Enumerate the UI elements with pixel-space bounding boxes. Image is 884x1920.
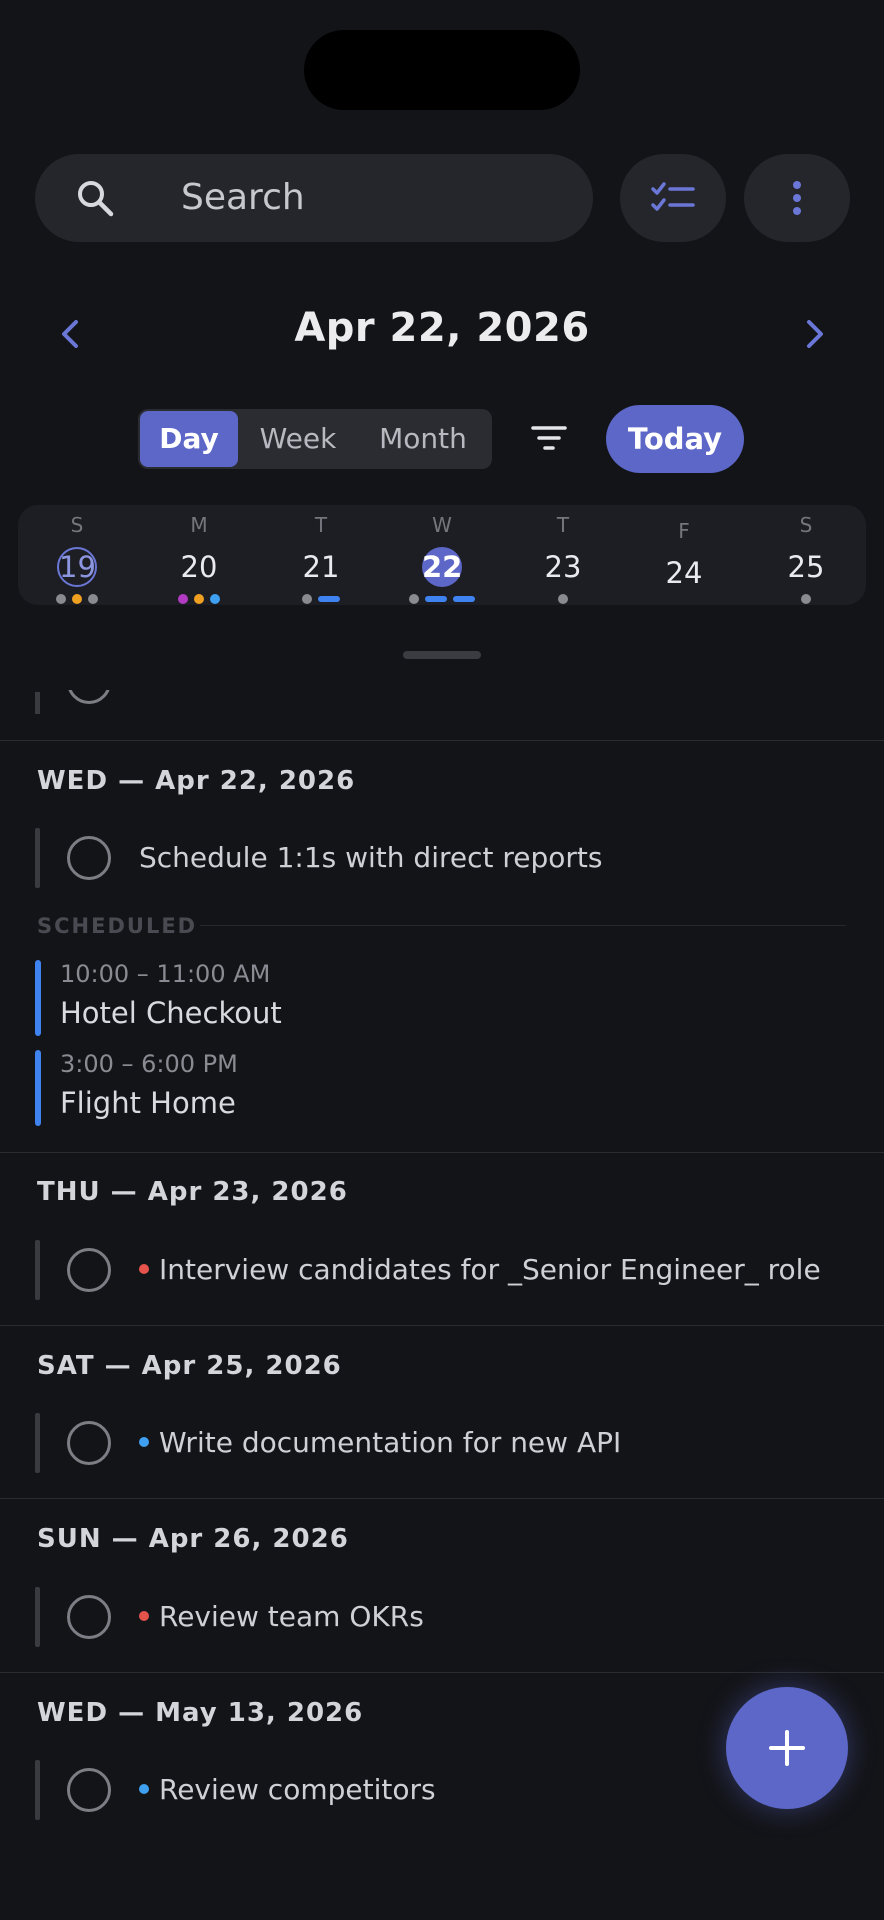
day-sunday-19[interactable]: S 19 xyxy=(22,505,132,605)
day-thursday-23[interactable]: T 23 xyxy=(508,505,618,605)
task-label: Write documentation for new API xyxy=(159,1426,622,1459)
filter-icon[interactable] xyxy=(530,424,568,454)
task-label-wrap: Write documentation for new API xyxy=(139,1413,621,1473)
day-letter: T xyxy=(556,513,570,537)
task-checkbox-partial[interactable] xyxy=(67,690,111,704)
task-bar xyxy=(35,828,40,888)
priority-dot xyxy=(139,1784,149,1794)
event-title: Flight Home xyxy=(60,1086,236,1120)
task-label: Schedule 1:1s with direct reports xyxy=(139,841,603,874)
day-number: 23 xyxy=(544,550,582,584)
section-divider xyxy=(0,740,884,741)
day-indicators xyxy=(22,594,132,604)
section-title: SAT — Apr 25, 2026 xyxy=(37,1351,342,1381)
task-bar xyxy=(35,1760,40,1820)
section-title: SUN — Apr 26, 2026 xyxy=(37,1524,349,1554)
task-checkbox[interactable] xyxy=(67,1248,111,1292)
day-monday-20[interactable]: M 20 xyxy=(144,505,254,605)
task-checkbox[interactable] xyxy=(67,836,111,880)
checklist-icon xyxy=(651,182,695,211)
day-indicators xyxy=(266,594,376,604)
priority-dot xyxy=(139,1264,149,1274)
drag-handle[interactable] xyxy=(403,651,481,659)
task-checkbox[interactable] xyxy=(67,1421,111,1465)
task-row[interactable]: Write documentation for new API xyxy=(35,1413,884,1473)
chevron-right-icon[interactable] xyxy=(795,312,835,356)
add-task-button[interactable] xyxy=(726,1687,848,1809)
current-date-title: Apr 22, 2026 xyxy=(294,305,590,351)
section-divider xyxy=(0,1672,884,1673)
more-vertical-icon xyxy=(793,181,801,215)
day-indicators xyxy=(387,594,497,604)
day-indicators xyxy=(508,594,618,604)
day-letter: F xyxy=(678,519,690,543)
search-bar[interactable]: Search xyxy=(35,154,593,242)
section-divider xyxy=(0,1152,884,1153)
task-checkbox[interactable] xyxy=(67,1595,111,1639)
priority-dot xyxy=(139,1611,149,1621)
checklist-button[interactable] xyxy=(620,154,726,242)
day-number: 20 xyxy=(180,550,218,584)
day-number: 21 xyxy=(302,550,340,584)
day-letter: W xyxy=(432,513,452,537)
search-icon xyxy=(78,181,114,217)
task-label-wrap: Interview candidates for _Senior Enginee… xyxy=(139,1240,821,1300)
day-number: 22 xyxy=(422,547,462,587)
plus-icon xyxy=(769,1730,805,1766)
day-number: 25 xyxy=(787,550,825,584)
event-time: 10:00 – 11:00 AM xyxy=(60,960,271,988)
priority-dot xyxy=(139,1437,149,1447)
task-bar-partial xyxy=(35,692,40,714)
day-friday-24[interactable]: F 24 xyxy=(629,505,739,605)
event-item[interactable]: 10:00 – 11:00 AM Hotel Checkout xyxy=(35,960,535,1036)
task-label: Interview candidates for _Senior Enginee… xyxy=(159,1253,821,1286)
view-day-tab[interactable]: Day xyxy=(140,411,238,467)
day-indicators xyxy=(144,594,254,604)
section-title: WED — Apr 22, 2026 xyxy=(37,766,356,796)
task-bar xyxy=(35,1587,40,1647)
event-item[interactable]: 3:00 – 6:00 PM Flight Home xyxy=(35,1050,535,1126)
day-number: 24 xyxy=(665,556,703,590)
view-month-tab[interactable]: Month xyxy=(358,411,488,467)
task-label: Review competitors xyxy=(159,1773,436,1806)
task-row[interactable]: Review team OKRs xyxy=(35,1587,884,1647)
day-tuesday-21[interactable]: T 21 xyxy=(266,505,376,605)
task-row[interactable]: Schedule 1:1s with direct reports xyxy=(35,828,884,888)
scheduled-label: SCHEDULED xyxy=(37,914,198,938)
task-label: Review team OKRs xyxy=(159,1600,424,1633)
today-button[interactable]: Today xyxy=(606,405,744,473)
section-divider xyxy=(0,1498,884,1499)
task-label-wrap: Review competitors xyxy=(139,1760,436,1820)
day-letter: S xyxy=(70,513,84,537)
camera-notch xyxy=(304,30,580,110)
event-color-bar xyxy=(35,960,41,1036)
task-bar xyxy=(35,1240,40,1300)
day-letter: S xyxy=(799,513,813,537)
task-label-wrap: Review team OKRs xyxy=(139,1587,424,1647)
day-letter: M xyxy=(190,513,208,537)
view-mode-selector: Day Week Month xyxy=(138,409,492,469)
day-wednesday-22[interactable]: W 22 xyxy=(387,505,497,605)
day-saturday-25[interactable]: S 25 xyxy=(751,505,861,605)
event-title: Hotel Checkout xyxy=(60,996,282,1030)
section-title: WED — May 13, 2026 xyxy=(37,1698,364,1728)
day-number: 19 xyxy=(57,547,97,587)
more-options-button[interactable] xyxy=(744,154,850,242)
week-strip: S 19 M 20 T 21 W 22 T 23 F 24 S 25 xyxy=(18,505,866,605)
section-divider xyxy=(0,1325,884,1326)
task-checkbox[interactable] xyxy=(67,1768,111,1812)
event-time: 3:00 – 6:00 PM xyxy=(60,1050,238,1078)
task-bar xyxy=(35,1413,40,1473)
view-week-tab[interactable]: Week xyxy=(238,411,358,467)
scheduled-divider xyxy=(200,925,846,926)
task-row[interactable]: Interview candidates for _Senior Enginee… xyxy=(35,1240,884,1300)
search-input[interactable]: Search xyxy=(181,154,305,242)
event-color-bar xyxy=(35,1050,41,1126)
day-letter: T xyxy=(314,513,328,537)
section-title: THU — Apr 23, 2026 xyxy=(37,1177,348,1207)
day-indicators xyxy=(751,594,861,604)
